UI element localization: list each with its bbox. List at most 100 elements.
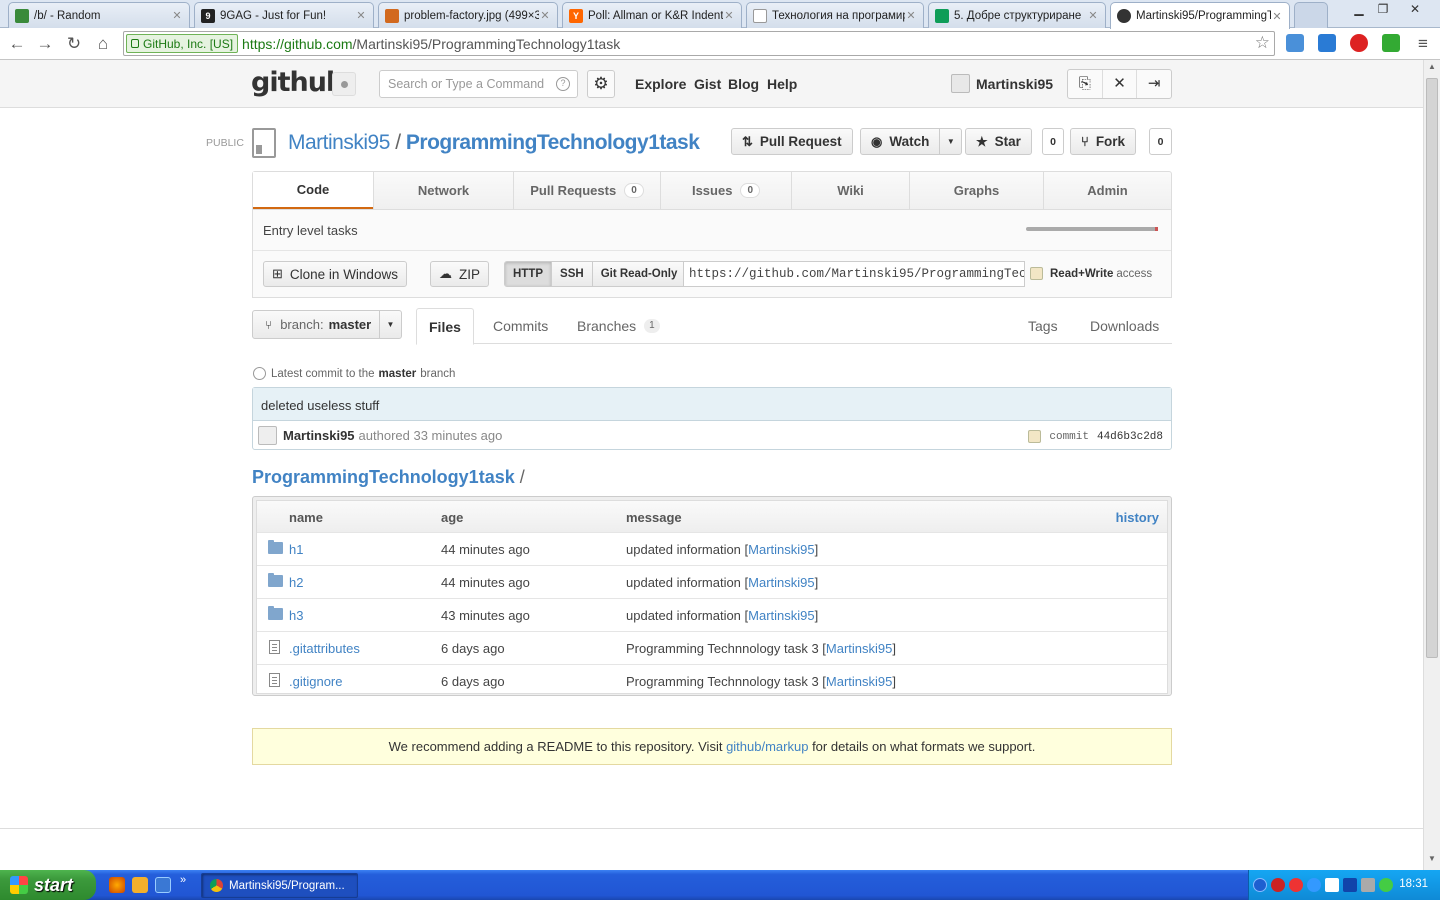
author-link[interactable]: Martinski95 [826,641,892,656]
browser-tab-3[interactable]: problem-factory.jpg (499×3 ✕ [378,2,558,28]
language-bar[interactable] [1026,227,1158,231]
scroll-up-icon[interactable]: ▲ [1424,62,1440,76]
close-icon[interactable]: ✕ [171,9,183,22]
close-icon[interactable]: ✕ [905,9,917,22]
skype-extension-icon[interactable] [1318,34,1336,52]
file-name-link[interactable]: h1 [289,542,303,557]
branch-selector[interactable]: ⑂ branch: master ▼ [252,310,402,339]
browser-tab-active[interactable]: Martinski95/ProgrammingTe ✕ [1110,2,1290,29]
browser-tab-5[interactable]: Технология на програмир ✕ [746,2,924,28]
history-link[interactable]: history [1116,510,1159,525]
scrollbar-thumb[interactable] [1426,78,1438,658]
author-link[interactable]: Martinski95 [748,542,814,557]
commit-sha-link[interactable]: 44d6b3c2d8 [1097,431,1163,443]
file-name-link[interactable]: .gitattributes [289,641,360,656]
tab-network[interactable]: Network [373,172,513,209]
reload-icon[interactable]: ↻ [63,33,85,55]
author-link[interactable]: Martinski95 [826,674,892,689]
nav-help[interactable]: Help [767,76,797,92]
tab-tags[interactable]: Tags [1016,308,1070,344]
tab-graphs[interactable]: Graphs [909,172,1043,209]
home-extension-icon[interactable] [1382,34,1400,52]
tab-files[interactable]: Files [416,308,474,345]
vertical-scrollbar[interactable]: ▲ ▼ [1423,60,1440,870]
watch-button[interactable]: ◉ Watch ▼ [860,128,963,155]
menu-icon[interactable]: ≡ [1412,33,1434,55]
clone-url-input[interactable]: https://github.com/Martinski95/Programmi… [683,261,1025,287]
firefox-icon[interactable] [109,877,125,893]
sign-out-icon[interactable]: ⇥ [1136,70,1171,98]
clock[interactable]: 18:31 [1399,878,1428,890]
tab-branches[interactable]: Branches 1 [565,308,672,344]
tab-commits[interactable]: Commits [481,308,560,344]
close-icon[interactable]: ✕ [1087,9,1099,22]
markup-link[interactable]: github/markup [726,739,808,754]
notifications-icon[interactable] [332,72,356,96]
nav-gist[interactable]: Gist [694,76,721,92]
tab-issues[interactable]: Issues 0 [660,172,791,209]
protocol-http[interactable]: HTTP [505,262,552,286]
create-repo-icon[interactable]: ⎘ [1068,70,1102,98]
pull-request-button[interactable]: ⇅ Pull Request [731,128,853,155]
tray-back-icon[interactable] [1253,878,1267,892]
scroll-down-icon[interactable]: ▼ [1424,854,1440,868]
translate-extension-icon[interactable] [1286,34,1304,52]
zip-download-button[interactable]: ☁ ZIP [430,261,490,287]
nav-blog[interactable]: Blog [728,76,759,92]
start-button[interactable]: start [0,870,96,900]
winamp-icon[interactable] [132,877,148,893]
tray-update-icon[interactable] [1379,878,1393,892]
tray-language-icon[interactable] [1343,878,1357,892]
close-icon[interactable]: ✕ [723,9,735,22]
home-icon[interactable]: ⌂ [92,33,114,55]
chevron-down-icon[interactable]: ▼ [939,129,961,154]
restore-icon[interactable]: ❐ [1370,0,1396,18]
minimize-icon[interactable]: ▁ [1346,0,1372,18]
back-icon[interactable]: ← [6,33,28,55]
star-count[interactable]: 0 [1042,128,1064,155]
tab-wiki[interactable]: Wiki [791,172,909,209]
settings-tools-icon[interactable]: ✕ [1101,70,1137,98]
author-link[interactable]: Martinski95 [748,575,814,590]
tray-skype-icon[interactable] [1307,878,1321,892]
fork-button[interactable]: ⑂ Fork [1070,128,1137,155]
adblock-extension-icon[interactable] [1350,34,1368,52]
tray-network-icon[interactable] [1325,878,1339,892]
address-bar[interactable]: GitHub, Inc. [US] https://github.com/Mar… [123,31,1275,56]
tab-code[interactable]: Code [253,172,373,209]
file-name-link[interactable]: h2 [289,575,303,590]
commit-author[interactable]: Martinski95 [283,428,355,443]
bookmark-star-icon[interactable]: ☆ [1255,33,1270,53]
forward-icon[interactable]: → [34,33,56,55]
browser-tab-4[interactable]: Y Poll: Allman or K&R Indentat ✕ [562,2,742,28]
breadcrumb-root[interactable]: ProgrammingTechnology1task [252,467,515,487]
taskbar-chrome-item[interactable]: Martinski95/Program... [201,873,358,898]
chevron-right-icon[interactable]: » [180,874,190,890]
file-name-link[interactable]: .gitignore [289,674,342,689]
new-tab-button[interactable] [1294,2,1328,28]
close-icon[interactable]: ✕ [539,9,551,22]
file-name-link[interactable]: h3 [289,608,303,623]
tab-admin[interactable]: Admin [1043,172,1171,209]
protocol-git-readonly[interactable]: Git Read-Only [591,262,686,286]
browser-tab-2[interactable]: 9 9GAG - Just for Fun! ✕ [194,2,374,28]
nav-explore[interactable]: Explore [635,76,686,92]
search-input[interactable]: Search or Type a Command ? [379,70,578,98]
repo-owner-link[interactable]: Martinski95 [288,131,390,154]
clipboard-icon[interactable] [1028,430,1042,443]
close-icon[interactable]: ✕ [355,9,367,22]
user-menu[interactable]: Martinski95 [951,74,1053,93]
command-gear-icon[interactable]: ⚙ [587,70,615,98]
tray-misc-icon[interactable] [1361,878,1375,892]
tray-opera-icon[interactable] [1289,878,1303,892]
github-logo[interactable]: github [251,67,345,98]
author-link[interactable]: Martinski95 [748,608,814,623]
close-icon[interactable]: ✕ [1271,10,1283,23]
tab-downloads[interactable]: Downloads [1078,308,1171,344]
browser-tab-1[interactable]: /b/ - Random ✕ [8,2,190,28]
tab-pull-requests[interactable]: Pull Requests 0 [513,172,660,209]
browser-tab-6[interactable]: 5. Добре структуриране ✕ [928,2,1106,28]
clipboard-icon[interactable] [1030,267,1043,280]
star-button[interactable]: ★ Star [965,128,1032,155]
show-desktop-icon[interactable] [155,877,171,893]
